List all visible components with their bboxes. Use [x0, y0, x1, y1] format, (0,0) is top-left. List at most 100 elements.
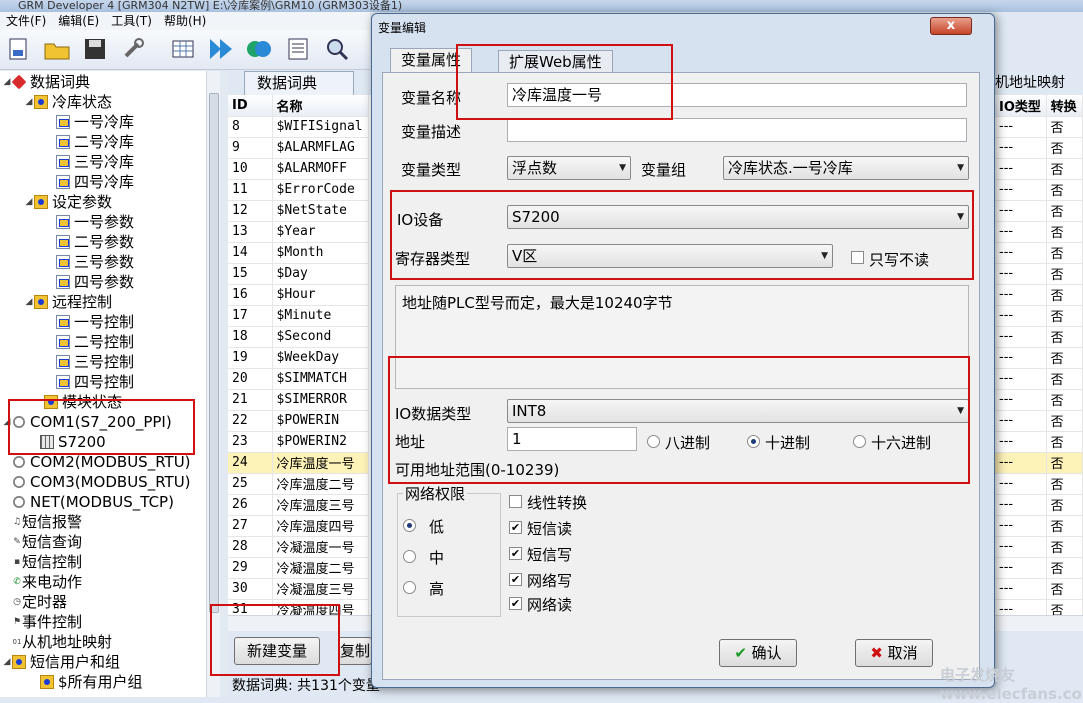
tree-node-timer[interactable]: ◷ 定时器 [12, 592, 67, 612]
table-row[interactable]: 30 冷凝温度三号 [228, 578, 369, 600]
play-icon[interactable] [206, 34, 236, 64]
decimal-radio[interactable] [747, 435, 760, 448]
table-row[interactable]: 20 $SIMMATCH [228, 368, 369, 390]
table-row-right[interactable]: --- 否 [995, 431, 1083, 453]
tree-node-leaf[interactable]: 三号控制 [56, 352, 134, 372]
table-row-right[interactable]: --- 否 [995, 515, 1083, 537]
table-row-right[interactable]: --- 否 [995, 158, 1083, 180]
table-row[interactable]: 21 $SIMERROR [228, 389, 369, 411]
table-row[interactable]: 8 $WIFISignal [228, 116, 369, 138]
menu-file[interactable]: 文件(F) [0, 12, 52, 30]
table-row-right[interactable]: --- 否 [995, 305, 1083, 327]
sms-read-checkbox[interactable]: ✔ [509, 521, 522, 534]
new-variable-button[interactable]: 新建变量 [234, 637, 320, 665]
perm-low-radio[interactable] [403, 519, 416, 532]
table-row[interactable]: 10 $ALARMOFF [228, 158, 369, 180]
table-row-right[interactable]: --- 否 [995, 221, 1083, 243]
tree-node-leaf[interactable]: 一号冷库 [56, 112, 134, 132]
tree-node-group[interactable]: 模块状态 [44, 392, 122, 412]
table-row-right[interactable]: --- 否 [995, 368, 1083, 390]
grid-icon[interactable] [168, 34, 198, 64]
table-row-right[interactable]: --- 否 [995, 284, 1083, 306]
net-read-checkbox[interactable]: ✔ [509, 597, 522, 610]
tree-node-leaf[interactable]: 一号控制 [56, 312, 134, 332]
tree-node-all-users[interactable]: $所有用户组 [40, 672, 143, 692]
tree-node-group[interactable]: ◢ 设定参数 [24, 192, 112, 212]
col-id[interactable]: ID [228, 95, 273, 117]
table-row-right[interactable]: --- 否 [995, 578, 1083, 600]
reg-type-select[interactable]: V区 [507, 244, 833, 268]
table-row-right[interactable]: --- 否 [995, 557, 1083, 579]
tree-node-leaf[interactable]: 四号冷库 [56, 172, 134, 192]
table-row[interactable]: 11 $ErrorCode [228, 179, 369, 201]
col-convert[interactable]: 转换 [1046, 95, 1083, 117]
table-row-right[interactable]: --- 否 [995, 116, 1083, 138]
table-row[interactable]: 17 $Minute [228, 305, 369, 327]
table-row[interactable]: 31 冷凝温度四号 [228, 599, 369, 615]
table-row-right[interactable]: --- 否 [995, 263, 1083, 285]
table-row-right[interactable]: --- 否 [995, 347, 1083, 369]
table-row[interactable]: 15 $Day [228, 263, 369, 285]
tree-node-leaf[interactable]: 四号参数 [56, 272, 134, 292]
table-row[interactable]: 25 冷库温度二号 [228, 473, 369, 495]
tree-node-sms-query[interactable]: ✎ 短信查询 [12, 532, 82, 552]
tab-data-dict[interactable]: 数据词典 [244, 71, 354, 95]
table-row[interactable]: 19 $WeekDay [228, 347, 369, 369]
table-row[interactable]: 13 $Year [228, 221, 369, 243]
splitter[interactable] [220, 71, 228, 697]
table-row[interactable]: 23 $POWERIN2 [228, 431, 369, 453]
table-row[interactable]: 18 $Second [228, 326, 369, 348]
perm-mid-radio[interactable] [403, 550, 416, 563]
scroll-thumb[interactable] [209, 93, 219, 613]
tree-node-leaf[interactable]: 三号参数 [56, 252, 134, 272]
tree-node-leaf[interactable]: 二号冷库 [56, 132, 134, 152]
menu-help[interactable]: 帮助(H) [158, 12, 212, 30]
tree-node-event[interactable]: ⚑ 事件控制 [12, 612, 82, 632]
tree-scrollbar[interactable] [206, 71, 220, 697]
tab-slave-map[interactable]: 机地址映射 [995, 71, 1083, 95]
table-row-right[interactable]: --- 否 [995, 200, 1083, 222]
confirm-button[interactable]: ✔ 确认 [719, 639, 797, 667]
table-row[interactable]: 26 冷库温度三号 [228, 494, 369, 516]
perm-high-radio[interactable] [403, 581, 416, 594]
col-name[interactable]: 名称 [272, 95, 369, 117]
menu-edit[interactable]: 编辑(E) [52, 12, 105, 30]
table-row[interactable]: 28 冷凝温度一号 [228, 536, 369, 558]
linear-checkbox[interactable] [509, 495, 522, 508]
open-folder-icon[interactable] [42, 34, 72, 64]
table-row-right[interactable]: --- 否 [995, 452, 1083, 474]
table-row[interactable]: 14 $Month [228, 242, 369, 264]
tree-node-group[interactable]: ◢ 远程控制 [24, 292, 112, 312]
var-name-input[interactable]: 冷库温度一号 [507, 83, 967, 107]
table-icon[interactable] [284, 34, 314, 64]
tree-node-users[interactable]: ◢ 短信用户和组 [2, 652, 120, 672]
wrench-icon[interactable] [118, 34, 148, 64]
tree-node-sms-control[interactable]: ▪ 短信控制 [12, 552, 82, 572]
tree-node-com2[interactable]: COM2(MODBUS_RTU) [12, 452, 191, 472]
table-row-right[interactable]: --- 否 [995, 179, 1083, 201]
net-write-checkbox[interactable]: ✔ [509, 573, 522, 586]
table-row-right[interactable]: --- 否 [995, 536, 1083, 558]
tab-web-properties[interactable]: 扩展Web属性 [498, 50, 613, 74]
tab-variable-properties[interactable]: 变量属性 [390, 48, 473, 74]
table-row[interactable]: 27 冷库温度四号 [228, 515, 369, 537]
table-row[interactable]: 22 $POWERIN [228, 410, 369, 432]
tree-node-leaf[interactable]: 二号参数 [56, 232, 134, 252]
io-device-select[interactable]: S7200 [507, 205, 969, 229]
tree-node-leaf[interactable]: 二号控制 [56, 332, 134, 352]
tree-node-device[interactable]: S7200 [40, 432, 106, 452]
menu-tools[interactable]: 工具(T) [105, 12, 158, 30]
table-row-right[interactable]: --- 否 [995, 389, 1083, 411]
table-row-right[interactable]: --- 否 [995, 242, 1083, 264]
write-only-checkbox[interactable] [851, 251, 864, 264]
tree-node-net[interactable]: NET(MODBUS_TCP) [12, 492, 174, 512]
close-button[interactable]: x [930, 17, 972, 35]
cancel-button[interactable]: ✖ 取消 [855, 639, 933, 667]
var-group-select[interactable]: 冷库状态.一号冷库 [723, 156, 969, 180]
search-icon[interactable] [322, 34, 352, 64]
tree-node-group[interactable]: ◢ 冷库状态 [24, 92, 112, 112]
save-icon[interactable] [80, 34, 110, 64]
tree-node-sms-alarm[interactable]: ♫ 短信报警 [12, 512, 82, 532]
tree-node-leaf[interactable]: 四号控制 [56, 372, 134, 392]
addr-input[interactable]: 1 [507, 427, 637, 451]
